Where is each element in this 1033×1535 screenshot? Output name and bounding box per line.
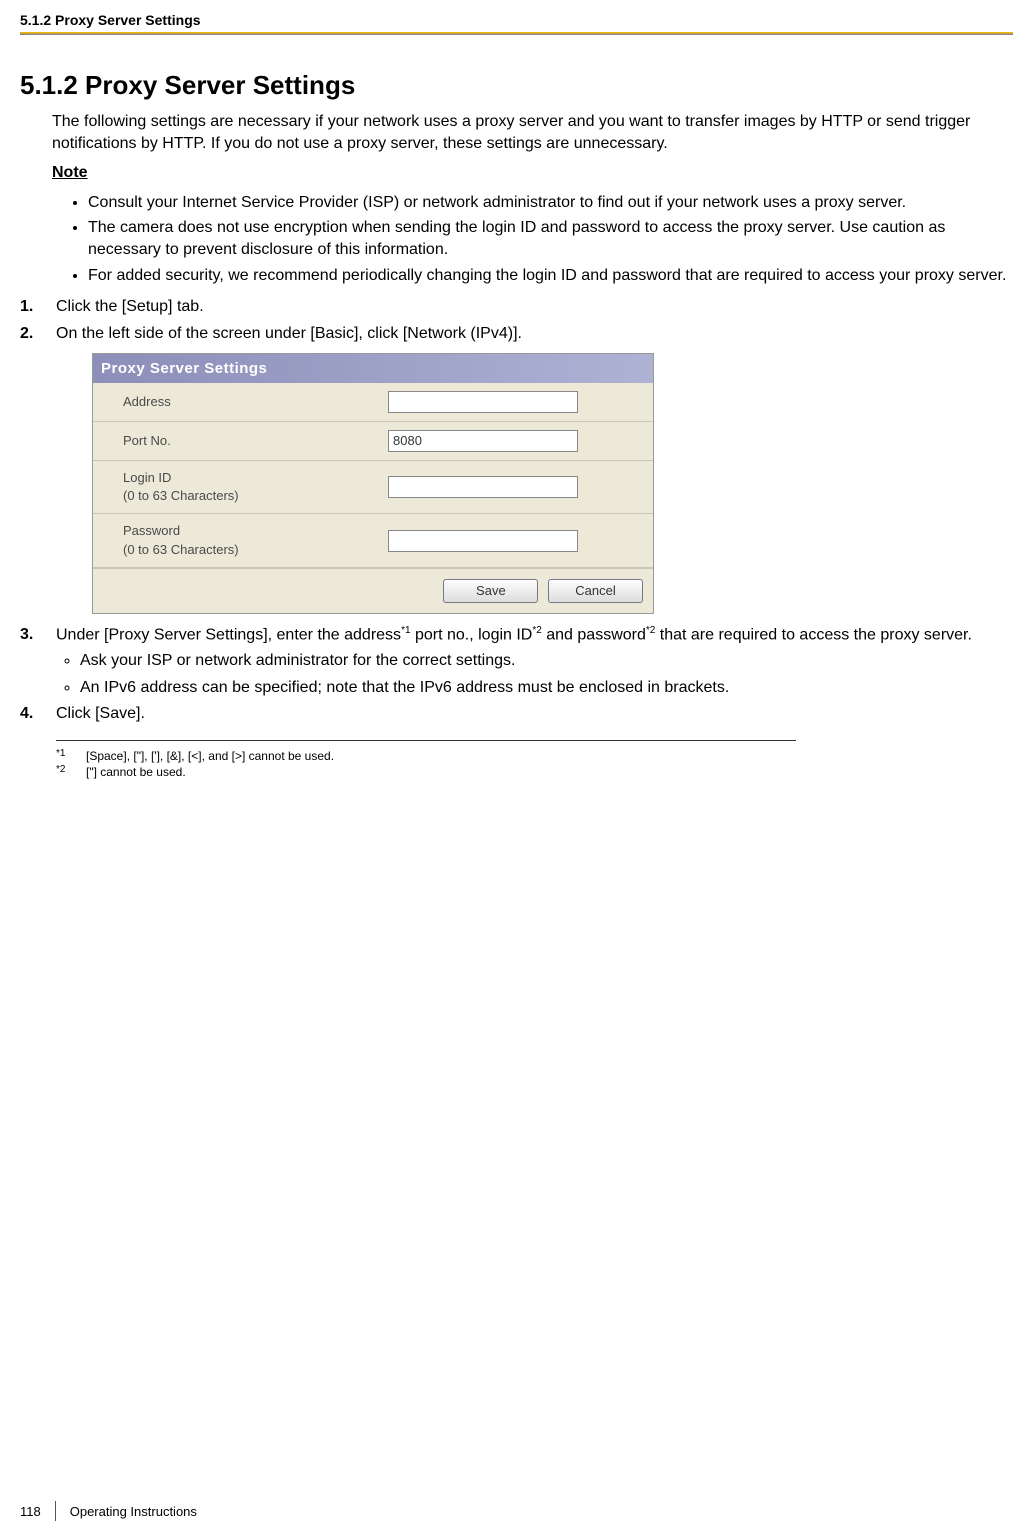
steps-list: Click the [Setup] tab. On the left side … — [20, 296, 1013, 725]
page-number: 118 — [20, 1504, 41, 1519]
footnote-ref-2a: *2 — [532, 625, 541, 636]
table-row: Port No. — [93, 421, 653, 460]
proxy-settings-screenshot: Proxy Server Settings Address Port No. — [92, 353, 654, 614]
header-rule — [20, 32, 1013, 35]
password-cell — [378, 514, 653, 567]
login-input[interactable] — [388, 476, 578, 498]
footnote-rule — [56, 740, 796, 741]
note-item: Consult your Internet Service Provider (… — [88, 192, 1013, 214]
login-label-line1: Login ID — [123, 470, 171, 485]
page-footer: 118 Operating Instructions — [20, 1501, 197, 1521]
step-2: On the left side of the screen under [Ba… — [20, 323, 1013, 614]
substep: An IPv6 address can be specified; note t… — [80, 677, 1013, 699]
intro-paragraph: The following settings are necessary if … — [52, 111, 1013, 154]
port-cell — [378, 421, 653, 460]
footnote-ref-1: *1 — [401, 625, 410, 636]
step-2-text: On the left side of the screen under [Ba… — [56, 325, 522, 342]
save-button[interactable]: Save — [443, 579, 538, 603]
password-label-line1: Password — [123, 523, 180, 538]
cancel-button[interactable]: Cancel — [548, 579, 643, 603]
login-label: Login ID (0 to 63 Characters) — [93, 460, 378, 513]
footnotes: *1 [Space], ["], ['], [&], [<], and [>] … — [56, 749, 1013, 779]
note-list: Consult your Internet Service Provider (… — [88, 192, 1013, 286]
step-3-substeps: Ask your ISP or network administrator fo… — [80, 650, 1013, 699]
step-3-text-part3: and password — [542, 626, 646, 643]
password-label: Password (0 to 63 Characters) — [93, 514, 378, 567]
footnote-ref-2b: *2 — [646, 625, 655, 636]
table-row: Login ID (0 to 63 Characters) — [93, 460, 653, 513]
settings-table: Address Port No. — [93, 383, 653, 568]
footnote-1: *1 [Space], ["], ['], [&], [<], and [>] … — [56, 749, 1013, 763]
step-3: Under [Proxy Server Settings], enter the… — [20, 624, 1013, 700]
port-label: Port No. — [93, 421, 378, 460]
password-label-line2: (0 to 63 Characters) — [123, 542, 239, 557]
step-3-text-part1: Under [Proxy Server Settings], enter the… — [56, 626, 401, 643]
panel-footer: Save Cancel — [93, 568, 653, 613]
running-header: 5.1.2 Proxy Server Settings — [20, 12, 201, 28]
note-item: The camera does not use encryption when … — [88, 217, 1013, 260]
step-1: Click the [Setup] tab. — [20, 296, 1013, 318]
footer-divider — [55, 1501, 56, 1521]
login-label-line2: (0 to 63 Characters) — [123, 488, 239, 503]
substep: Ask your ISP or network administrator fo… — [80, 650, 1013, 672]
doc-title: Operating Instructions — [70, 1504, 197, 1519]
table-row: Address — [93, 383, 653, 422]
login-cell — [378, 460, 653, 513]
address-label: Address — [93, 383, 378, 422]
password-input[interactable] — [388, 530, 578, 552]
step-3-text-part4: that are required to access the proxy se… — [655, 626, 972, 643]
table-row: Password (0 to 63 Characters) — [93, 514, 653, 567]
note-item: For added security, we recommend periodi… — [88, 265, 1013, 287]
port-input[interactable] — [388, 430, 578, 452]
footnote-2-mark: *2 — [56, 764, 70, 778]
step-4-text: Click [Save]. — [56, 705, 145, 722]
section-heading: 5.1.2 Proxy Server Settings — [20, 70, 1013, 101]
note-label: Note — [52, 162, 1013, 184]
footnote-2-text: ["] cannot be used. — [86, 765, 186, 779]
footnote-1-mark: *1 — [56, 748, 70, 762]
panel-title: Proxy Server Settings — [93, 354, 653, 383]
address-cell — [378, 383, 653, 422]
step-3-text-part2: port no., login ID — [411, 626, 533, 643]
address-input[interactable] — [388, 391, 578, 413]
footnote-1-text: [Space], ["], ['], [&], [<], and [>] can… — [86, 749, 334, 763]
step-1-text: Click the [Setup] tab. — [56, 298, 204, 315]
step-4: Click [Save]. — [20, 703, 1013, 725]
footnote-2: *2 ["] cannot be used. — [56, 765, 1013, 779]
